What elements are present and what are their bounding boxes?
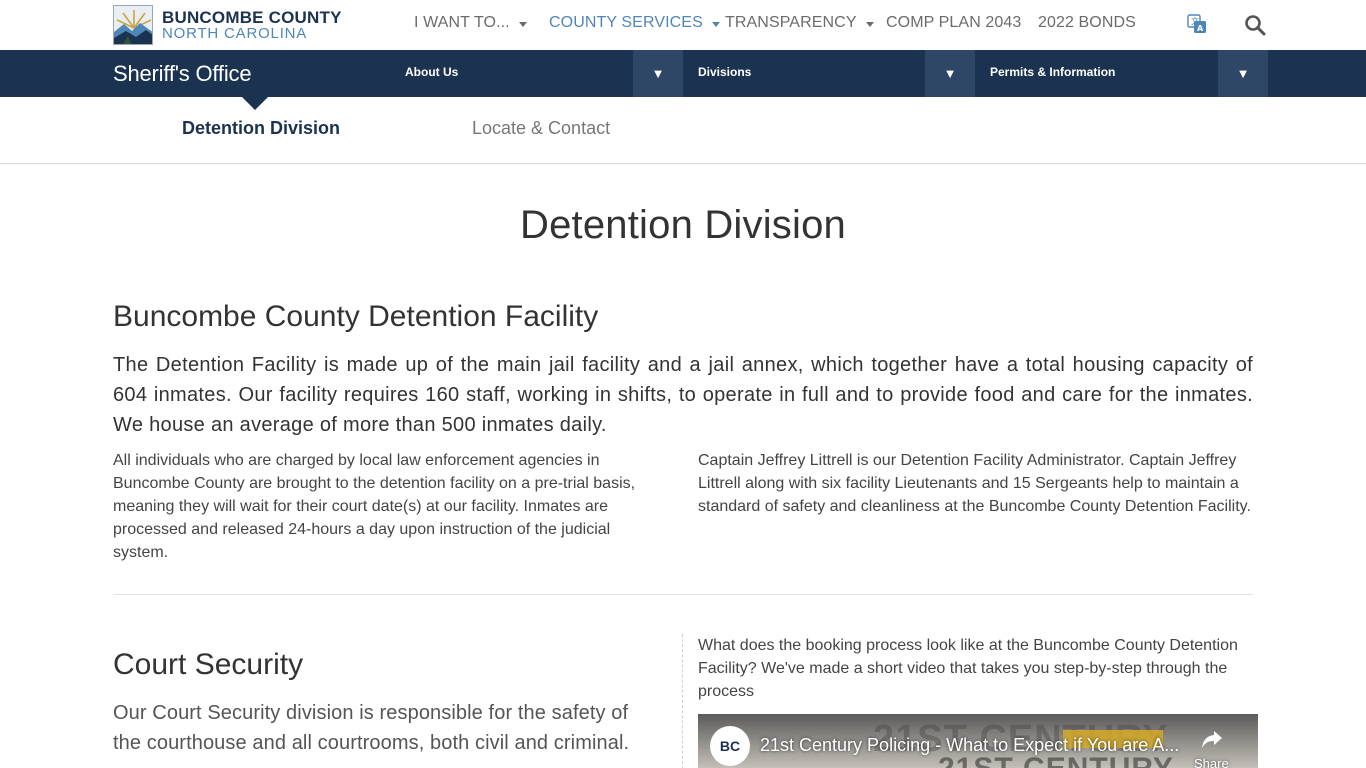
global-header: BUNCOMBE COUNTY NORTH CAROLINA I WANT TO…: [0, 0, 1366, 50]
facility-intake-paragraph: All individuals who are charged by local…: [113, 452, 636, 561]
nav-transparency[interactable]: TRANSPARENCY: [725, 14, 874, 32]
search-icon[interactable]: [1244, 14, 1266, 36]
nav-2022-bonds-label: 2022 BONDS: [1038, 14, 1136, 31]
chevron-down-icon: ▼: [943, 66, 957, 81]
chevron-down-icon: ▼: [651, 66, 665, 81]
column-divider: [682, 634, 683, 768]
channel-avatar[interactable]: BC: [710, 726, 750, 766]
svg-text:A: A: [1197, 24, 1204, 33]
chevron-down-icon: [711, 21, 720, 27]
dept-menu-divisions[interactable]: Divisions: [698, 65, 751, 79]
logo-title: BUNCOMBE COUNTY: [162, 8, 342, 27]
county-logo[interactable]: BUNCOMBE COUNTY NORTH CAROLINA: [113, 5, 342, 45]
chevron-down-icon: [865, 21, 874, 27]
tab-locate-contact[interactable]: Locate & Contact: [472, 118, 610, 139]
court-security-lead: Our Court Security division is responsib…: [113, 702, 630, 754]
permits-dropdown-toggle[interactable]: ▼: [1218, 50, 1268, 97]
county-seal-icon: [113, 5, 153, 45]
video-title[interactable]: 21st Century Policing - What to Expect i…: [760, 735, 1179, 756]
dept-menu-permits[interactable]: Permits & Information: [990, 65, 1115, 79]
translate-icon[interactable]: 文 A: [1187, 14, 1207, 34]
nav-transparency-label: TRANSPARENCY: [725, 14, 857, 31]
section-divider: [113, 594, 1253, 595]
dept-menu-about-us[interactable]: About Us: [405, 65, 458, 79]
nav-i-want-to[interactable]: I WANT TO...: [414, 14, 527, 32]
booking-video-intro: What does the booking process look like …: [698, 637, 1238, 700]
chevron-down-icon: [518, 21, 527, 27]
chevron-down-icon: ▼: [1236, 66, 1250, 81]
share-label[interactable]: Share: [1194, 756, 1229, 768]
nav-comp-plan-label: COMP PLAN 2043: [886, 14, 1022, 31]
department-title[interactable]: Sheriff's Office: [113, 61, 252, 87]
court-security-heading: Court Security: [113, 648, 304, 681]
tab-detention-division[interactable]: Detention Division: [182, 118, 340, 139]
facility-administrator-paragraph: Captain Jeffrey Littrell is our Detentio…: [698, 452, 1251, 515]
page-title: Detention Division: [520, 203, 846, 247]
booking-video-player[interactable]: 21ST CENTURY 21ST CENTURY BC 21st Centur…: [698, 714, 1258, 768]
share-icon[interactable]: [1201, 728, 1223, 750]
nav-2022-bonds[interactable]: 2022 BONDS: [1038, 14, 1136, 32]
nav-comp-plan-2043[interactable]: COMP PLAN 2043: [886, 14, 1021, 32]
nav-i-want-to-label: I WANT TO...: [414, 14, 510, 31]
channel-avatar-badge: BC: [719, 738, 741, 754]
divisions-dropdown-toggle[interactable]: ▼: [925, 50, 975, 97]
nav-county-services[interactable]: COUNTY SERVICES: [549, 14, 720, 32]
facility-heading: Buncombe County Detention Facility: [113, 300, 599, 333]
logo-subtitle: NORTH CAROLINA: [162, 25, 308, 42]
nav-county-services-label: COUNTY SERVICES: [549, 14, 703, 31]
facility-lead-paragraph: The Detention Facility is made up of the…: [113, 354, 1253, 436]
sub-navigation: Detention Division Locate & Contact: [0, 97, 1366, 164]
about-us-dropdown-toggle[interactable]: ▼: [633, 50, 683, 97]
